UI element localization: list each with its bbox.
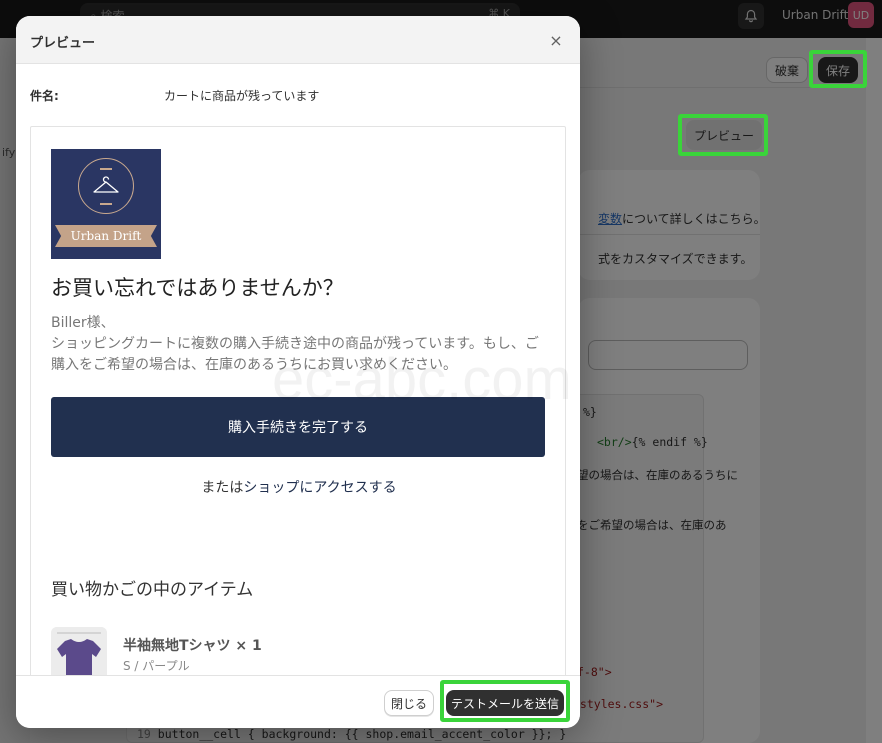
complete-checkout-button[interactable]: 購入手続きを完了する (51, 397, 545, 457)
item-variant: S / パープル (123, 659, 190, 673)
email-headline: お買い忘れではありませんか？ (51, 276, 344, 300)
email-body: Biller様、 ショッピングカートに複数の購入手続き途中の商品が残っています。… (51, 313, 551, 376)
hanger-icon (93, 176, 119, 193)
close-icon[interactable]: × (546, 30, 566, 50)
email-message: ショッピングカートに複数の購入手続き途中の商品が残っています。もし、ご購入をご希… (51, 336, 539, 373)
visit-shop-line: またはショップにアクセスする (31, 477, 565, 497)
alt-prefix: または (201, 480, 244, 496)
subject-label: 件名: (30, 89, 59, 103)
logo-bar (100, 168, 112, 170)
item-name: 半袖無地Tシャツ × 1 (123, 638, 262, 654)
modal-header: プレビュー × (16, 16, 580, 64)
modal-title: プレビュー (30, 36, 96, 51)
email-greeting: Biller様、 (51, 315, 115, 331)
store-logo: Urban Drift (51, 149, 161, 259)
visit-shop-link[interactable]: ショップにアクセスする (243, 480, 396, 496)
logo-ribbon: Urban Drift (55, 225, 157, 247)
subject-value: カートに商品が残っています (164, 89, 320, 103)
preview-modal: プレビュー × 件名: カートに商品が残っています Urban Drift お買… (16, 16, 580, 728)
close-button[interactable]: 閉じる (384, 690, 434, 716)
modal-footer: 閉じる テストメールを送信 (16, 675, 580, 728)
cart-items-title: 買い物かごの中のアイテム (51, 580, 254, 600)
logo-bar (100, 203, 112, 205)
send-test-email-button[interactable]: テストメールを送信 (446, 690, 564, 716)
email-preview: Urban Drift お買い忘れではありませんか？ Biller様、 ショッピ… (30, 126, 566, 686)
